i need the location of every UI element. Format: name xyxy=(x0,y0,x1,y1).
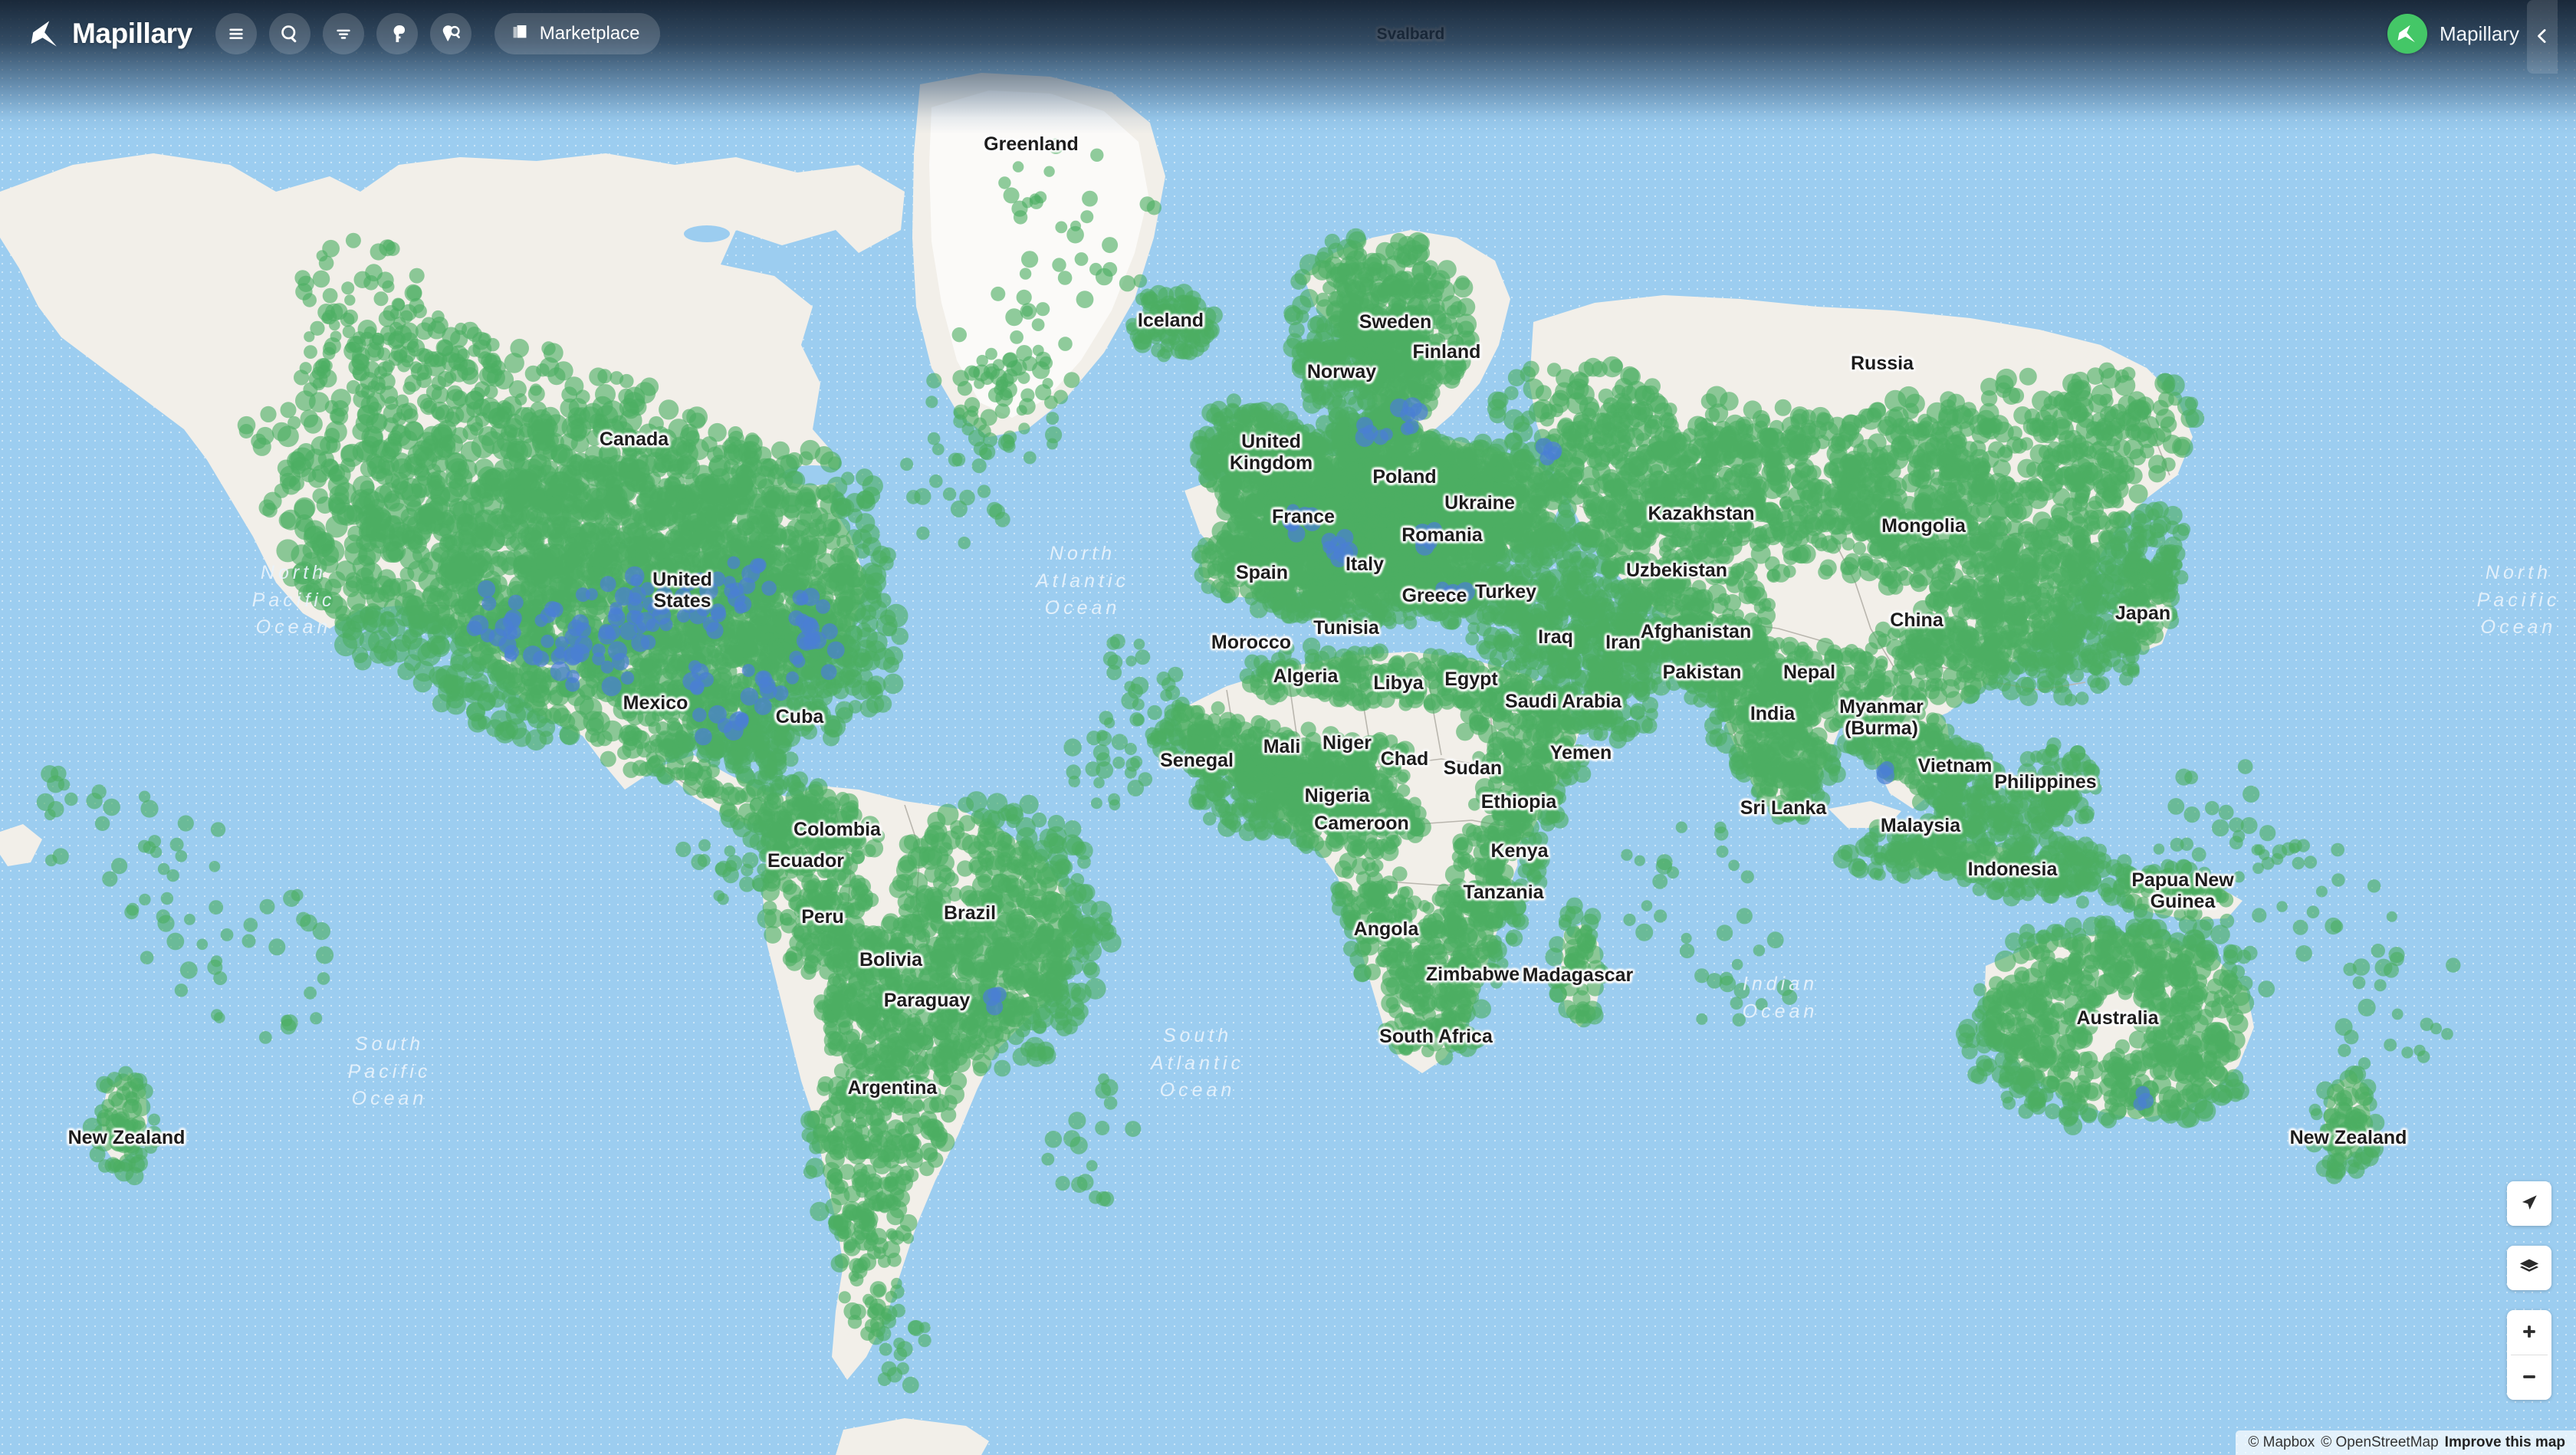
filter-button[interactable] xyxy=(322,13,364,54)
improve-this-map-link[interactable]: Improve this map xyxy=(2445,1434,2565,1451)
zoom-control xyxy=(2507,1310,2551,1400)
map-controls xyxy=(2507,1181,2551,1400)
layers-stack-icon xyxy=(2518,1256,2540,1280)
layers-button[interactable] xyxy=(2507,1246,2551,1290)
map-explore-button[interactable] xyxy=(429,13,472,54)
avatar xyxy=(2387,14,2427,54)
geolocate-control xyxy=(2507,1181,2551,1226)
map-attribution: © Mapbox © OpenStreetMap Improve this ma… xyxy=(2236,1430,2576,1455)
map-canvas[interactable]: North Atlantic Ocean North Pacific Ocean North… xyxy=(0,0,2576,1455)
marketplace-button[interactable]: Marketplace xyxy=(494,13,660,54)
mapbox-attribution-link[interactable]: © Mapbox xyxy=(2248,1434,2315,1451)
hamburger-menu-icon xyxy=(226,24,246,44)
openstreetmap-attribution-link[interactable]: © OpenStreetMap xyxy=(2321,1434,2438,1451)
username-label: Mapillary xyxy=(2439,21,2519,45)
brand-name: Mapillary xyxy=(72,18,192,49)
store-bag-icon xyxy=(510,21,530,47)
mapillary-arrow-logo-icon xyxy=(29,18,61,50)
pin-search-icon xyxy=(440,23,462,44)
search-icon xyxy=(279,23,301,44)
menu-button[interactable] xyxy=(215,13,257,54)
marketplace-label: Marketplace xyxy=(539,23,640,44)
filter-funnel-icon xyxy=(334,24,353,44)
chevron-left-icon xyxy=(2533,27,2551,48)
navigation-arrow-icon xyxy=(2519,1193,2539,1215)
collapse-panel-button[interactable] xyxy=(2527,0,2558,74)
zoom-in-button[interactable] xyxy=(2507,1310,2551,1355)
layers-control xyxy=(2507,1246,2551,1290)
brand-logo[interactable]: Mapillary xyxy=(29,18,192,50)
minus-icon xyxy=(2520,1368,2538,1388)
search-button[interactable] xyxy=(268,13,310,54)
zoom-out-button[interactable] xyxy=(2507,1355,2551,1400)
photo-coverage-layer xyxy=(36,138,2461,1394)
user-account-chip[interactable]: Mapillary xyxy=(2387,14,2519,54)
geolocate-button[interactable] xyxy=(2507,1181,2551,1226)
person-head-icon xyxy=(386,23,408,44)
plus-icon xyxy=(2520,1322,2538,1343)
profile-button[interactable] xyxy=(376,13,418,54)
